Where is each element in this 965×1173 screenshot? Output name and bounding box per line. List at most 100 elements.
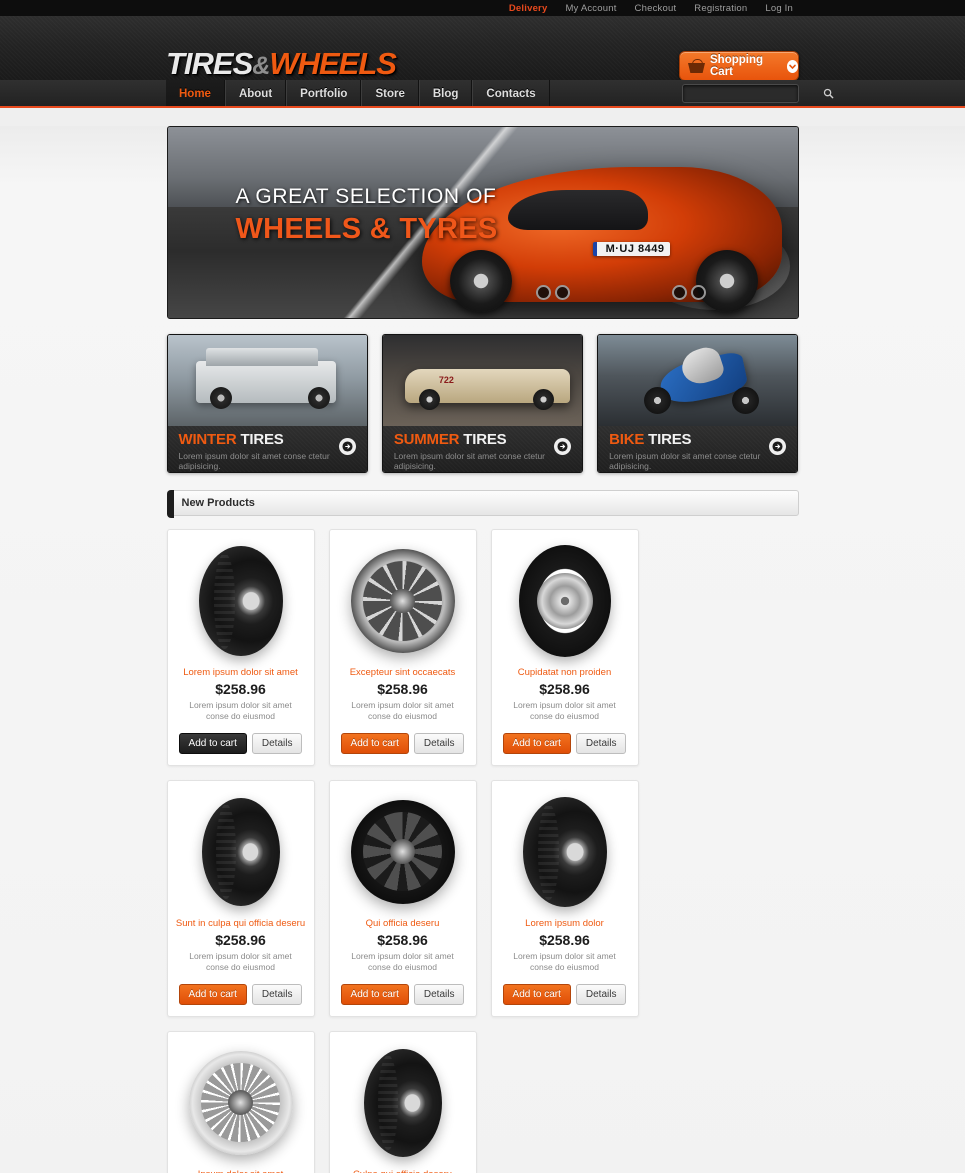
section-title-text: New Products [181,497,255,509]
product-title[interactable]: Lorem ipsum dolor sit amet [174,667,308,678]
category-accent-winter: WINTER [178,431,237,448]
product-title[interactable]: Qui officia deseru [336,918,470,929]
product-card[interactable]: Qui officia deseru $258.96 Lorem ipsum d… [328,779,477,1017]
hero-car-wheel-rear [695,250,758,312]
search-box[interactable] [682,84,834,103]
product-actions: Add to cart Details [336,983,470,1005]
category-card-bike[interactable]: BIKE TIRES Lorem ipsum dolor sit amet co… [597,334,799,473]
add-to-cart-button[interactable]: Add to cart [340,983,409,1005]
category-accent-summer: SUMMER [393,431,460,448]
product-image [336,1040,470,1166]
product-image [498,538,632,664]
content-area: M·UJ 8449 A GREAT SELECTION OF WHEELS & … [0,126,965,1173]
product-actions: Add to cart Details [498,732,632,754]
topbar-link-my-account[interactable]: My Account [565,3,616,14]
hero-license-plate: M·UJ 8449 [592,242,670,256]
details-button[interactable]: Details [251,732,303,754]
product-price: $258.96 [539,681,590,697]
product-description: Lorem ipsum dolor sit amet conse do eius… [513,950,616,973]
search-input[interactable] [683,88,823,99]
topbar-link-delivery[interactable]: Delivery [509,3,548,14]
category-caption-bike: BIKE TIRES Lorem ipsum dolor sit amet co… [598,426,797,472]
category-title-summer: SUMMER TIRES [394,431,573,448]
category-desc-summer: Lorem ipsum dolor sit amet conse ctetur … [393,451,546,471]
product-image [498,789,632,915]
logo-ampersand: & [252,52,270,80]
product-price: $258.96 [377,931,428,948]
winter-tires-photo [167,335,367,426]
category-rest-summer: TIRES [463,431,507,448]
product-card[interactable]: Cupidatat non proiden $258.96 Lorem ipsu… [490,529,639,766]
product-grid: Lorem ipsum dolor sit amet $258.96 Lorem… [166,529,799,1173]
nav-item-contacts[interactable]: Contacts [472,80,550,108]
nav-item-home[interactable]: Home [166,80,225,108]
topbar-link-log-in[interactable]: Log In [765,3,793,14]
search-icon[interactable] [823,88,834,99]
product-card[interactable]: Excepteur sint occaecats $258.96 Lorem i… [328,529,477,766]
add-to-cart-button[interactable]: Add to cart [502,732,571,754]
nav-item-store[interactable]: Store [361,80,419,108]
category-caption-winter: WINTER TIRES Lorem ipsum dolor sit amet … [168,426,367,472]
details-button[interactable]: Details [413,732,465,754]
product-card[interactable]: Culpa qui officia deseru $258.96 Lorem i… [328,1030,477,1173]
product-price: $258.96 [377,681,428,697]
add-to-cart-button[interactable]: Add to cart [340,732,409,754]
hero-text-block: A GREAT SELECTION OF WHEELS & TYRES [236,185,498,246]
logo-text-tires: TIRES [166,46,253,81]
hero-exhaust-right [671,285,706,300]
product-card[interactable]: Sunt in culpa qui officia deseru $258.96… [166,779,315,1017]
category-card-summer[interactable]: 722 SUMMER TIRES Lorem ipsum dolor sit a… [381,334,584,473]
content-container: M·UJ 8449 A GREAT SELECTION OF WHEELS & … [166,126,799,1173]
category-rest-bike: TIRES [648,431,692,448]
main-nav: Home About Portfolio Store Blog Contacts [166,80,550,108]
hero-car-window [507,190,648,230]
product-card[interactable]: Ipsum dolor sit amet $258.96 Lorem ipsum… [166,1030,315,1173]
product-actions: Add to cart Details [336,732,470,754]
product-price: $258.96 [215,931,266,948]
hero-car-wheel-front [449,250,512,312]
product-title[interactable]: Excepteur sint occaecats [336,667,470,678]
product-title[interactable]: Cupidatat non proiden [498,667,632,678]
chevron-down-icon [786,59,798,73]
shopping-cart-label: Shopping Cart [710,54,764,78]
product-title[interactable]: Sunt in culpa qui officia deseru [174,918,308,929]
product-title[interactable]: Lorem ipsum dolor [498,918,632,929]
nav-item-blog[interactable]: Blog [418,80,473,108]
details-button[interactable]: Details [251,983,303,1005]
product-card[interactable]: Lorem ipsum dolor sit amet $258.96 Lorem… [166,529,315,766]
details-button[interactable]: Details [413,983,465,1005]
product-image [174,789,308,915]
hero-exhaust-left [535,285,570,300]
product-actions: Add to cart Details [174,732,308,754]
utility-navbar: Delivery My Account Checkout Registratio… [0,0,965,16]
details-button[interactable]: Details [575,983,627,1005]
add-to-cart-button[interactable]: Add to cart [178,983,247,1005]
add-to-cart-button[interactable]: Add to cart [178,732,247,754]
category-caption-summer: SUMMER TIRES Lorem ipsum dolor sit amet … [383,426,582,472]
product-title[interactable]: Ipsum dolor sit amet [174,1169,308,1173]
product-title[interactable]: Culpa qui officia deseru [336,1169,470,1173]
category-desc-winter: Lorem ipsum dolor sit amet conse ctetur … [178,451,330,471]
nav-item-portfolio[interactable]: Portfolio [286,80,362,108]
product-image [174,538,308,664]
main-navbar: Home About Portfolio Store Blog Contacts [0,80,965,108]
category-card-winter[interactable]: WINTER TIRES Lorem ipsum dolor sit amet … [166,334,368,473]
hero-banner[interactable]: M·UJ 8449 A GREAT SELECTION OF WHEELS & … [166,126,799,319]
details-button[interactable]: Details [575,732,627,754]
bike-tires-photo [598,335,798,426]
product-card[interactable]: Lorem ipsum dolor $258.96 Lorem ipsum do… [490,779,639,1017]
nav-item-about[interactable]: About [224,80,287,108]
hero-headline-bottom: WHEELS & TYRES [235,213,498,245]
shopping-cart-button[interactable]: Shopping Cart [679,51,799,81]
product-image [336,789,470,915]
topbar-link-registration[interactable]: Registration [694,3,747,14]
topbar-link-checkout[interactable]: Checkout [635,3,677,14]
product-description: Lorem ipsum dolor sit amet conse do eius… [351,700,454,722]
arrow-right-icon[interactable] [338,438,356,455]
product-description: Lorem ipsum dolor sit amet conse do eius… [189,700,292,722]
product-image [336,538,470,664]
add-to-cart-button[interactable]: Add to cart [502,983,571,1005]
product-price: $258.96 [215,681,266,697]
summer-tires-photo: 722 [382,335,583,426]
site-logo[interactable]: TIRES&WHEELS [166,46,397,82]
